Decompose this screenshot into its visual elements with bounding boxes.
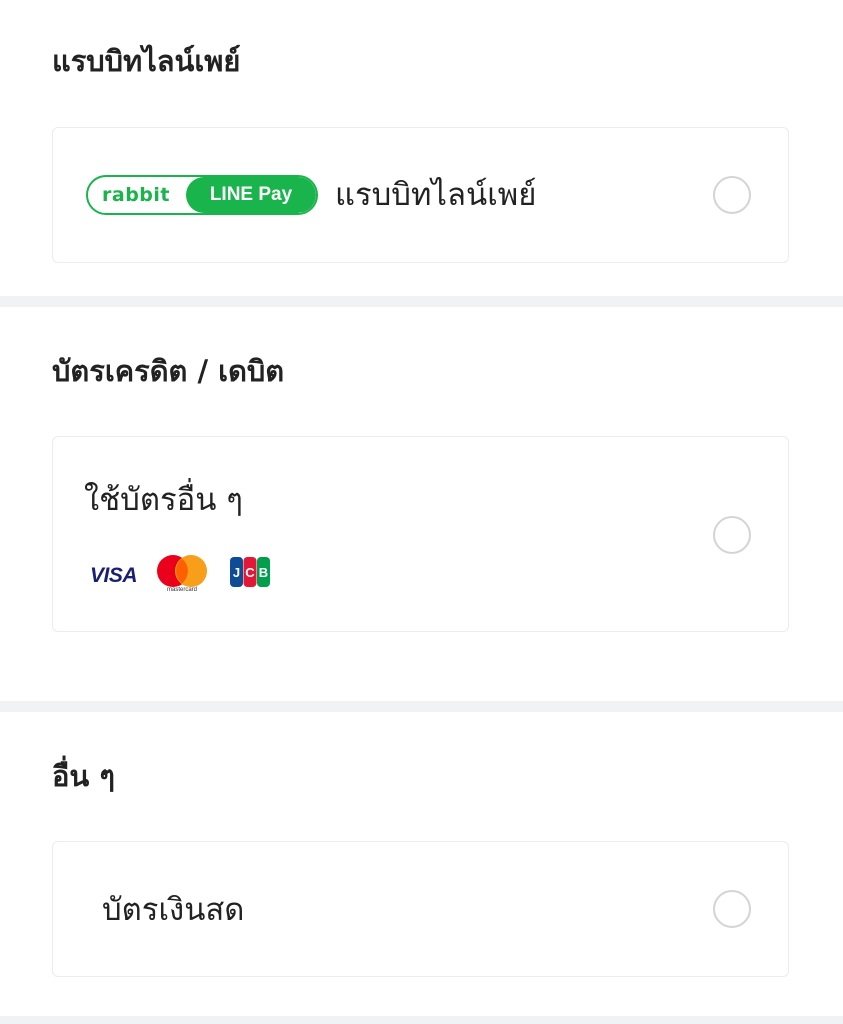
radio-rabbit-line-pay[interactable] bbox=[713, 176, 751, 214]
section-title-rabbit-line-pay: แรบบิทไลน์เพย์ bbox=[52, 44, 241, 78]
payment-option-rabbit-line-pay[interactable]: rabbit LINE Pay แรบบิทไลน์เพย์ bbox=[52, 127, 789, 263]
rabbit-line-pay-section: แรบบิทไลน์เพย์ rabbit LINE Pay แรบบิทไลน… bbox=[0, 0, 843, 296]
jcb-letters: J bbox=[233, 565, 240, 580]
mastercard-circles-icon bbox=[157, 555, 207, 587]
jcb-letter: C bbox=[245, 565, 255, 580]
payment-option-other-card[interactable]: ใช้บัตรอื่น ๆ VISA mastercard J CB bbox=[52, 436, 789, 632]
option-label-other-card: ใช้บัตรอื่น ๆ bbox=[84, 482, 243, 518]
mastercard-logo: mastercard bbox=[156, 554, 208, 596]
radio-cash-card[interactable] bbox=[713, 890, 751, 928]
radio-other-card[interactable] bbox=[713, 516, 751, 554]
visa-logo: VISA bbox=[90, 564, 138, 587]
rabbit-line-pay-logo: rabbit LINE Pay bbox=[86, 175, 318, 215]
section-title-credit-debit: บัตรเครดิต / เดบิต bbox=[52, 354, 285, 388]
other-payment-section: อื่น ๆ บัตรเงินสด bbox=[0, 712, 843, 1016]
credit-debit-card-section: บัตรเครดิต / เดบิต ใช้บัตรอื่น ๆ VISA ma… bbox=[0, 307, 843, 701]
jcb-letter: B bbox=[259, 565, 268, 580]
option-label-rabbit-line-pay: แรบบิทไลน์เพย์ bbox=[335, 177, 537, 213]
jcb-logo: J CB bbox=[229, 556, 271, 588]
payment-option-cash-card[interactable]: บัตรเงินสด bbox=[52, 841, 789, 977]
section-title-other: อื่น ๆ bbox=[52, 759, 115, 793]
jcb-icon: J CB bbox=[230, 557, 270, 587]
option-label-cash-card: บัตรเงินสด bbox=[102, 892, 245, 928]
